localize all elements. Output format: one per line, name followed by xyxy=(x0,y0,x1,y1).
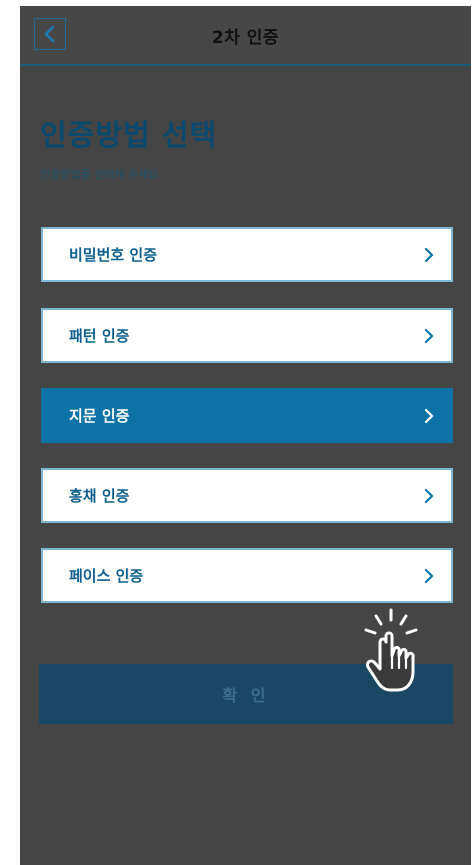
chevron-right-icon xyxy=(421,408,437,424)
method-label: 지문 인증 xyxy=(69,407,130,425)
chevron-right-icon xyxy=(421,247,437,263)
method-fingerprint[interactable]: 지문 인증 xyxy=(41,388,453,443)
method-iris[interactable]: 홍채 인증 xyxy=(41,468,453,523)
method-face[interactable]: 페이스 인증 xyxy=(41,548,453,603)
method-label: 홍채 인증 xyxy=(69,487,130,505)
page-subtitle: 인증방법을 선택해 주세요 xyxy=(40,168,159,181)
top-bar: 2차 인증 xyxy=(20,6,471,66)
confirm-label: 확 인 xyxy=(222,686,270,705)
app-screen: 2차 인증 인증방법 선택 인증방법을 선택해 주세요 비밀번호 인증 패턴 인… xyxy=(20,6,471,865)
method-label: 페이스 인증 xyxy=(69,567,144,585)
page-title: 인증방법 선택 xyxy=(40,118,218,152)
chevron-right-icon xyxy=(421,488,437,504)
method-pattern[interactable]: 패턴 인증 xyxy=(41,308,453,363)
method-label: 비밀번호 인증 xyxy=(69,246,158,264)
header-title: 2차 인증 xyxy=(211,28,280,48)
method-label: 패턴 인증 xyxy=(69,327,130,345)
chevron-right-icon xyxy=(421,568,437,584)
chevron-right-icon xyxy=(421,328,437,344)
tap-hand-icon xyxy=(364,608,418,692)
method-password[interactable]: 비밀번호 인증 xyxy=(41,227,453,282)
